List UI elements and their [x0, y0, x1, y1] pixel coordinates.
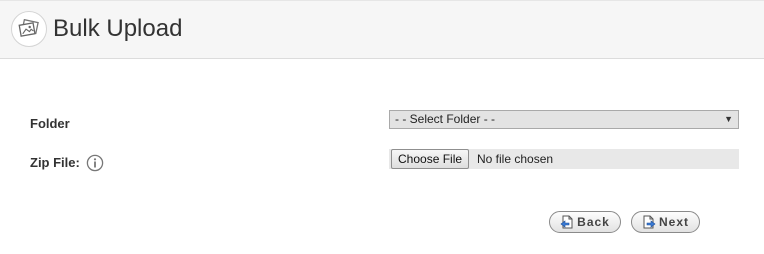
folder-select[interactable]: - - Select Folder - - ▼	[389, 110, 739, 129]
next-label: Next	[658, 215, 689, 229]
next-button[interactable]: Next	[631, 211, 700, 233]
next-icon	[642, 215, 656, 229]
info-icon[interactable]	[86, 154, 104, 172]
zip-file-input[interactable]: Choose File No file chosen	[389, 149, 739, 169]
bulk-upload-page: Bulk Upload Folder - - Select Folder - -…	[0, 0, 764, 254]
folder-label: Folder	[30, 116, 70, 131]
back-button[interactable]: Back	[549, 211, 621, 233]
dropdown-arrow-icon: ▼	[724, 114, 733, 124]
back-label: Back	[577, 215, 610, 229]
images-icon	[11, 11, 47, 47]
zip-file-label: Zip File:	[30, 155, 80, 170]
back-icon	[560, 215, 574, 229]
file-status-text: No file chosen	[477, 152, 554, 166]
choose-file-button[interactable]: Choose File	[391, 149, 470, 169]
page-header: Bulk Upload	[0, 0, 764, 59]
page-title: Bulk Upload	[53, 15, 183, 42]
folder-select-value: - - Select Folder - -	[395, 112, 496, 126]
